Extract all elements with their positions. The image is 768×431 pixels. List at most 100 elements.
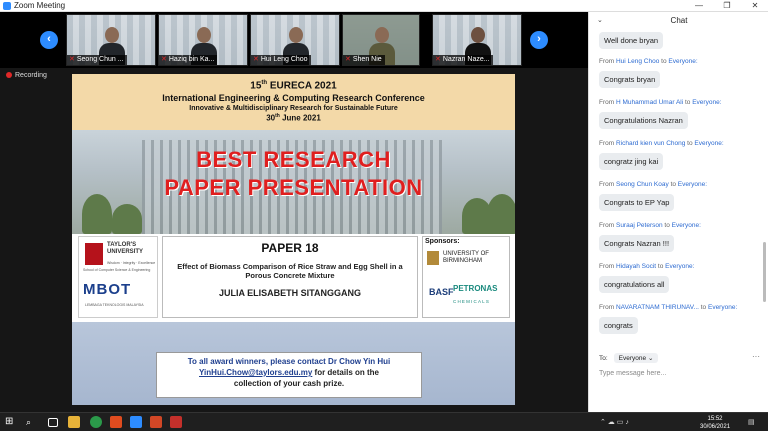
chat-message: Congrats Nazran !!! <box>599 235 675 252</box>
award-line-1: BEST RESEARCH <box>196 147 391 172</box>
clock-date: 30/06/2021 <box>700 424 731 430</box>
chat-sender: From Hidayah Socit to Everyone: <box>599 263 695 270</box>
shared-slide: 15th EURECA 2021 International Engineeri… <box>72 74 515 405</box>
chat-message: congrats <box>599 317 638 334</box>
notice-line-1: To all award winners, please contact Dr … <box>187 357 391 366</box>
participant-tile[interactable]: ✕ Nazran Naze... <box>432 14 522 66</box>
tray-icons[interactable]: ⌃ ☁ ▭ ♪ <box>600 418 629 426</box>
taskbar-clock[interactable]: 15:52 30/06/2021 <box>700 415 730 431</box>
minimize-button[interactable]: — <box>688 0 710 12</box>
paper-info: PAPER 18 Effect of Biomass Comparison of… <box>162 236 418 318</box>
taylors-school: School of Computer Science & Engineering <box>83 268 151 272</box>
participant-name: Haziq bin Ka... <box>168 56 215 63</box>
contact-email-link[interactable]: YinHui.Chow@taylors.edu.my <box>199 368 312 377</box>
slide-footer: To all award winners, please contact Dr … <box>72 322 515 405</box>
participant-name: Hui Leng Choo <box>260 56 308 63</box>
sponsors-box: Sponsors: UNIVERSITY OF BIRMINGHAM BASF … <box>422 236 510 318</box>
birmingham-name: UNIVERSITY OF BIRMINGHAM <box>443 251 489 264</box>
muted-mic-icon: ✕ <box>69 56 75 63</box>
meeting-area: ‹ ✕ Seong Chun ... ✕ Haziq bin Ka... ✕ Hui … <box>0 12 588 412</box>
windows-start-icon[interactable]: ⊞ <box>5 416 17 428</box>
participant-tile[interactable]: ✕ Hui Leng Choo <box>250 14 340 66</box>
recording-indicator: Recording <box>6 72 47 79</box>
award-notice: To all award winners, please contact Dr … <box>156 352 422 398</box>
chat-sender: From H Muhammad Umar Ali to Everyone: <box>599 99 722 106</box>
muted-mic-icon: ✕ <box>161 56 167 63</box>
paper-title: Effect of Biomass Comparison of Rice Str… <box>177 262 403 280</box>
participant-tile[interactable]: ✕ Seong Chun ... <box>66 14 156 66</box>
recording-label: Recording <box>15 72 47 79</box>
more-options-icon[interactable]: ··· <box>752 352 760 361</box>
chat-message: Congrats to EP Yap <box>599 194 675 211</box>
award-heading: BEST RESEARCH PAPER PRESENTATION <box>72 146 515 202</box>
chat-message: congratz jing kai <box>599 153 664 170</box>
paper-number: PAPER 18 <box>261 241 319 255</box>
search-icon[interactable]: ⌕ <box>26 416 38 428</box>
recording-dot-icon <box>6 72 12 78</box>
mbot-logo: MBOT <box>83 281 132 298</box>
petronas-logo: PETRONAS <box>453 284 498 293</box>
chat-title: Chat <box>670 16 688 25</box>
app-icon[interactable] <box>110 416 122 428</box>
chat-scrollbar[interactable] <box>763 242 766 302</box>
conference-date: 30th June 2021 <box>266 113 321 123</box>
file-explorer-icon[interactable] <box>68 416 80 428</box>
recipient-select[interactable]: Everyone ⌄ <box>613 353 659 363</box>
basf-logo: BASF <box>429 287 454 297</box>
notice-line-3: collection of your cash prize. <box>233 379 345 388</box>
zoom-taskbar-icon[interactable] <box>130 416 142 428</box>
window-title: Zoom Meeting <box>14 1 66 10</box>
window-titlebar: Zoom Meeting — ❐ ✕ <box>0 0 768 12</box>
chat-message: Well done bryan <box>599 32 664 49</box>
chat-sender: From Suraaj Peterson to Everyone: <box>599 222 701 229</box>
chat-header: ⌄ Chat <box>589 16 768 30</box>
chat-input[interactable]: Type message here... <box>599 370 759 377</box>
chat-message: congratulations all <box>599 276 670 293</box>
event-title: 15th EURECA 2021 <box>250 80 337 92</box>
participant-name: Nazran Naze... <box>442 56 490 63</box>
to-label: To: <box>599 355 608 362</box>
clock-time: 15:52 <box>707 416 723 422</box>
slide-header: 15th EURECA 2021 International Engineeri… <box>72 74 515 130</box>
task-view-icon[interactable] <box>48 418 58 427</box>
conference-title: International Engineering & Computing Re… <box>162 93 425 104</box>
participant-strip: ‹ ✕ Seong Chun ... ✕ Haziq bin Ka... ✕ Hui … <box>0 12 588 68</box>
chat-message: Congrats bryan <box>599 71 661 88</box>
chat-panel: ⌄ Chat Well done bryan From Hui Leng Cho… <box>588 12 768 412</box>
taylors-tagline: Wisdom · Integrity · Excellence <box>107 261 156 265</box>
participant-tile[interactable]: ✕ Shen Nie <box>342 14 420 66</box>
mbot-subtitle: LEMBAGA TEKNOLOGIS MALAYSIA <box>85 303 144 307</box>
muted-mic-icon: ✕ <box>435 56 441 63</box>
chat-message: Congratulations Nazran <box>599 112 688 129</box>
sponsors-label: Sponsors: <box>425 238 460 245</box>
muted-mic-icon: ✕ <box>345 56 351 63</box>
award-line-2: PAPER PRESENTATION <box>164 175 423 200</box>
zoom-app-icon <box>3 2 11 10</box>
participant-name: Shen Nie <box>352 56 382 63</box>
chat-sender: From NAVARATNAM THIRUNAV... to Everyone: <box>599 304 738 311</box>
taylors-name: TAYLOR'S UNIVERSITY <box>107 242 144 255</box>
chat-messages[interactable]: Well done bryan From Hui Leng Choo to Ev… <box>589 32 768 342</box>
organizer-logos: TAYLOR'S UNIVERSITY Wisdom · Integrity ·… <box>78 236 158 318</box>
notification-icon[interactable]: ▤ <box>748 418 755 426</box>
taylors-crest-icon <box>85 243 103 265</box>
conference-theme: Innovative & Multidisciplinary Research … <box>189 105 398 113</box>
pdf-icon[interactable] <box>170 416 182 428</box>
notice-line-2: for details on the <box>312 368 379 377</box>
windows-taskbar: ⊞ ⌕ ⌃ ☁ ▭ ♪ 15:52 30/06/2021 ▤ <box>0 412 768 431</box>
previous-page-button[interactable]: ‹ <box>40 31 58 49</box>
chevron-down-icon[interactable]: ⌄ <box>597 16 603 24</box>
participant-name: Seong Chun ... <box>76 56 124 63</box>
chrome-icon[interactable] <box>90 416 102 428</box>
next-page-button[interactable]: › <box>530 31 548 49</box>
chat-sender: From Richard kien vun Chong to Everyone: <box>599 140 724 147</box>
powerpoint-icon[interactable] <box>150 416 162 428</box>
muted-mic-icon: ✕ <box>253 56 259 63</box>
birmingham-crest-icon <box>427 251 439 265</box>
paper-author: JULIA ELISABETH SITANGGANG <box>218 288 361 298</box>
chat-sender: From Hui Leng Choo to Everyone: <box>599 58 698 65</box>
maximize-button[interactable]: ❐ <box>716 0 738 12</box>
close-button[interactable]: ✕ <box>744 0 766 12</box>
chat-sender: From Seong Chun Koay to Everyone: <box>599 181 708 188</box>
participant-tile[interactable]: ✕ Haziq bin Ka... <box>158 14 248 66</box>
